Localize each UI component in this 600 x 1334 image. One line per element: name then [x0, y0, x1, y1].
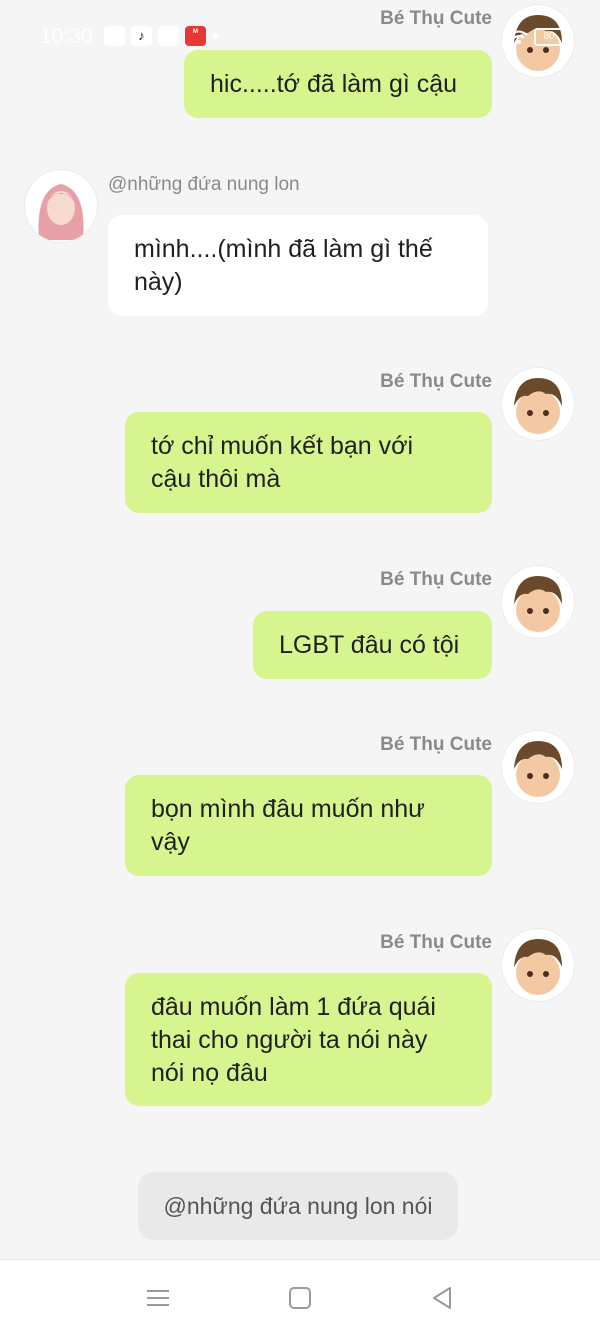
tiktok-icon: ♪ [131, 26, 152, 46]
status-time: 10:30 [40, 25, 93, 48]
status-bar: 10:30 ♪ M 80 [0, 0, 600, 70]
message-bubble[interactable]: mình....(mình đã làm gì thế này) [108, 215, 488, 316]
back-triangle-icon[interactable] [428, 1284, 456, 1312]
message-bubble[interactable]: tớ chỉ muốn kết bạn với cậu thôi mà [125, 412, 492, 513]
message-text-line: cậu thôi mà [151, 465, 281, 493]
message-text-line: này) [134, 268, 183, 296]
status-notification-icons: ♪ M [104, 26, 218, 46]
menu-icon[interactable] [144, 1284, 172, 1312]
message-bubble[interactable]: LGBT đâu có tội [253, 611, 492, 679]
message-text-line: vậy [151, 828, 190, 856]
dot-icon [212, 33, 218, 39]
mangatoon-icon: M [185, 26, 206, 46]
sender-name: Bé Thụ Cute [380, 371, 492, 392]
message-bubble[interactable]: bọn mình đâu muốn như vậy [125, 775, 492, 876]
message-text-line: tớ chỉ muốn kết bạn với [151, 432, 414, 460]
battery-icon: 80 [534, 28, 564, 46]
boy-avatar-icon [514, 378, 562, 434]
sender-name: Bé Thụ Cute [380, 569, 492, 590]
boy-avatar-icon [514, 741, 562, 797]
message-icon [158, 26, 179, 46]
navigation-bar [0, 1259, 600, 1334]
sender-name: Bé Thụ Cute [380, 932, 492, 953]
sender-name: @những đứa nung lon [108, 174, 300, 195]
message-text-line: bọn mình đâu muốn như [151, 795, 425, 823]
boy-avatar-icon [514, 939, 562, 995]
home-square-icon[interactable] [286, 1284, 314, 1312]
message-bubble[interactable]: đâu muốn làm 1 đứa quái thai cho người t… [125, 973, 492, 1106]
message-text-line: mình....(mình đã làm gì thế [134, 235, 433, 263]
status-right-icons: 80 [510, 28, 564, 46]
avatar-boy[interactable] [502, 566, 574, 638]
wifi-icon [510, 30, 528, 44]
message-text-line: thai cho người ta nói này [151, 1026, 428, 1054]
avatar-girl[interactable] [25, 170, 97, 242]
avatar-boy[interactable] [502, 929, 574, 1001]
message-text-line: LGBT đâu có tội [279, 631, 460, 659]
message-text-line: hic.....tớ đã làm gì cậu [210, 70, 458, 98]
avatar-boy[interactable] [502, 731, 574, 803]
girl-avatar-icon [38, 184, 84, 240]
avatar-boy[interactable] [502, 368, 574, 440]
video-icon [104, 26, 125, 46]
boy-avatar-icon [514, 576, 562, 632]
narrate-button[interactable]: @những đứa nung lon nói [138, 1172, 458, 1240]
sender-name: Bé Thụ Cute [380, 734, 492, 755]
message-text-line: nói nọ đâu [151, 1059, 268, 1087]
message-text-line: đâu muốn làm 1 đứa quái [151, 993, 436, 1021]
